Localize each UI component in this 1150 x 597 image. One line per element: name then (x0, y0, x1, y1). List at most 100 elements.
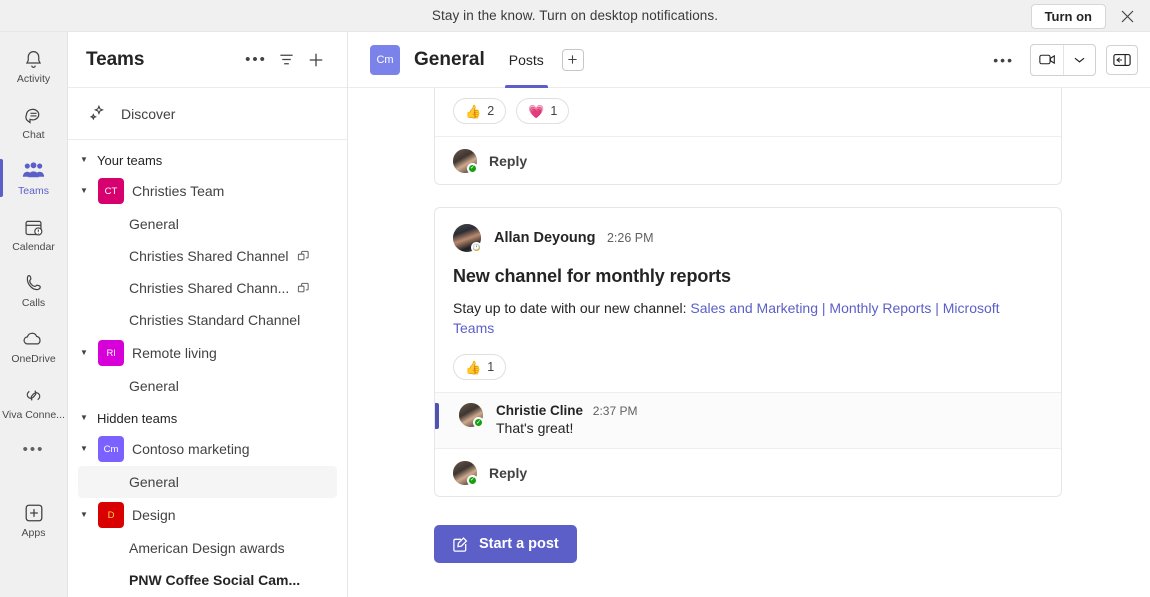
channel-row-remote-living-general[interactable]: General (68, 370, 337, 402)
inline-reply-text: That's great! (496, 420, 638, 436)
channel-name: Christies Standard Channel (129, 312, 300, 328)
reply-label: Reply (489, 465, 527, 481)
channel-row-contoso-general[interactable]: General (78, 466, 337, 498)
check-icon: ✓ (470, 165, 475, 171)
rail-item-viva-connections[interactable]: Viva Conne... (0, 374, 68, 430)
group-your-teams[interactable]: ▼ Your teams (68, 146, 347, 174)
rail-item-teams[interactable]: Teams (0, 150, 68, 206)
more-dots-label: ••• (245, 51, 267, 68)
rail-item-calendar[interactable]: Calendar (0, 206, 68, 262)
chevron-down-icon: ▼ (78, 154, 90, 166)
team-avatar: Cm (98, 436, 124, 462)
rail-label-apps: Apps (22, 527, 46, 539)
rail-item-calls[interactable]: Calls (0, 262, 68, 318)
close-icon[interactable] (1112, 1, 1142, 31)
post-body: Stay up to date with our new channel: Sa… (435, 287, 1061, 338)
channel-name: General (129, 216, 179, 232)
channel-name: Christies Shared Chann... (129, 280, 289, 296)
teams-pane-more-button[interactable]: ••• (241, 45, 271, 75)
inline-reply-author: Christie Cline (496, 403, 583, 418)
teams-tree: ▼ Your teams ▼ CT Christies Team General… (68, 140, 347, 597)
group-hidden-teams[interactable]: ▼ Hidden teams (68, 404, 347, 432)
page-title: Teams (86, 49, 241, 71)
channel-tabs: Posts (503, 32, 584, 88)
team-name: Remote living (132, 345, 217, 361)
inline-reply[interactable]: ✓ Christie Cline 2:37 PM That's great! (435, 392, 1061, 448)
channel-row-general[interactable]: General (68, 208, 337, 240)
reaction-count: 2 (487, 104, 494, 118)
post-card-previous: 👍 2 💗 1 ✓ Reply (434, 88, 1062, 185)
rail-more-apps-button[interactable]: ••• (0, 430, 68, 470)
rail-label-teams: Teams (18, 185, 49, 197)
avatar: ✓ (453, 149, 477, 173)
reaction-heart[interactable]: 💗 1 (516, 98, 569, 124)
team-row-christies-team[interactable]: ▼ CT Christies Team (68, 174, 347, 208)
reply-row[interactable]: ✓ Reply (435, 136, 1061, 184)
team-row-remote-living[interactable]: ▼ Rl Remote living (68, 336, 347, 370)
team-name: Christies Team (132, 183, 224, 199)
channel-row-christies-shared-channel[interactable]: Christies Shared Channel (68, 240, 337, 272)
chevron-down-icon: ▼ (78, 185, 90, 197)
check-icon: ✓ (470, 477, 475, 483)
tab-posts[interactable]: Posts (503, 32, 550, 88)
app-rail: Activity Chat (0, 32, 68, 597)
inline-reply-meta: Christie Cline 2:37 PM (496, 403, 638, 418)
team-name: Contoso marketing (132, 441, 250, 457)
turn-on-notifications-button[interactable]: Turn on (1031, 4, 1106, 29)
start-a-post-button[interactable]: Start a post (434, 525, 577, 563)
post-header: 🕐 Allan Deyoung 2:26 PM (435, 208, 1061, 256)
open-panel-icon[interactable] (1106, 45, 1138, 75)
post-time: 2:26 PM (607, 231, 654, 245)
channel-more-options-button[interactable]: ••• (987, 48, 1020, 72)
presence-away-badge: 🕐 (471, 242, 482, 253)
chevron-down-icon[interactable] (1063, 45, 1095, 75)
phone-icon (23, 271, 44, 295)
team-row-contoso-marketing[interactable]: ▼ Cm Contoso marketing (68, 432, 347, 466)
rail-label-chat: Chat (22, 129, 44, 141)
channel-name: American Design awards (129, 540, 285, 556)
reaction-bar: 👍 2 💗 1 (435, 88, 1061, 136)
notification-banner-text: Stay in the know. Turn on desktop notifi… (432, 8, 718, 23)
channel-row-pnw-coffee-social-campaign[interactable]: PNW Coffee Social Cam... (68, 564, 337, 596)
add-tab-button[interactable] (562, 49, 584, 71)
rail-item-activity[interactable]: Activity (0, 38, 68, 94)
join-or-create-team-button[interactable] (301, 45, 331, 75)
reaction-count: 1 (487, 360, 494, 374)
rail-item-chat[interactable]: Chat (0, 94, 68, 150)
teams-icon (22, 159, 45, 183)
channel-row-christies-standard-channel[interactable]: Christies Standard Channel (68, 304, 337, 336)
discover-row[interactable]: Discover (68, 88, 347, 140)
start-post-area: Start a post (348, 497, 1150, 563)
channel-main-area: Cm General Posts ••• (348, 32, 1150, 597)
channel-title: General (414, 49, 485, 71)
post-card-new-channel: 🕐 Allan Deyoung 2:26 PM New channel for … (434, 207, 1062, 497)
discover-sparkle-icon (88, 104, 107, 123)
posts-feed[interactable]: 👍 2 💗 1 ✓ Reply (348, 88, 1150, 597)
notification-banner-actions: Turn on (1031, 0, 1142, 32)
rail-item-apps[interactable]: Apps (0, 492, 68, 548)
group-label-your-teams: Your teams (97, 153, 162, 168)
chevron-down-icon: ▼ (78, 412, 90, 424)
video-camera-icon[interactable] (1031, 45, 1063, 75)
start-a-post-label: Start a post (479, 536, 559, 552)
notification-banner: Stay in the know. Turn on desktop notifi… (0, 0, 1150, 32)
chat-icon (23, 103, 44, 127)
filter-icon[interactable] (271, 45, 301, 75)
reply-row[interactable]: ✓ Reply (435, 448, 1061, 496)
chevron-down-icon: ▼ (78, 443, 90, 455)
channel-row-christies-shared-channel-2[interactable]: Christies Shared Chann... (68, 272, 337, 304)
team-avatar: Rl (98, 340, 124, 366)
rail-item-onedrive[interactable]: OneDrive (0, 318, 68, 374)
post-author-line: Allan Deyoung 2:26 PM (494, 229, 654, 247)
team-row-design[interactable]: ▼ D Design (68, 498, 347, 532)
reaction-thumbs-up[interactable]: 👍 2 (453, 98, 506, 124)
reaction-thumbs-up[interactable]: 👍 1 (453, 354, 506, 380)
clock-icon: 🕐 (473, 245, 480, 251)
channel-row-american-design-awards[interactable]: American Design awards (68, 532, 337, 564)
heart-icon: 💗 (528, 105, 544, 118)
viva-connections-icon (23, 383, 44, 407)
inline-reply-time: 2:37 PM (593, 404, 638, 418)
channel-more-label: ••• (993, 52, 1014, 68)
channel-header-actions: ••• (987, 44, 1138, 76)
team-name: Design (132, 507, 176, 523)
